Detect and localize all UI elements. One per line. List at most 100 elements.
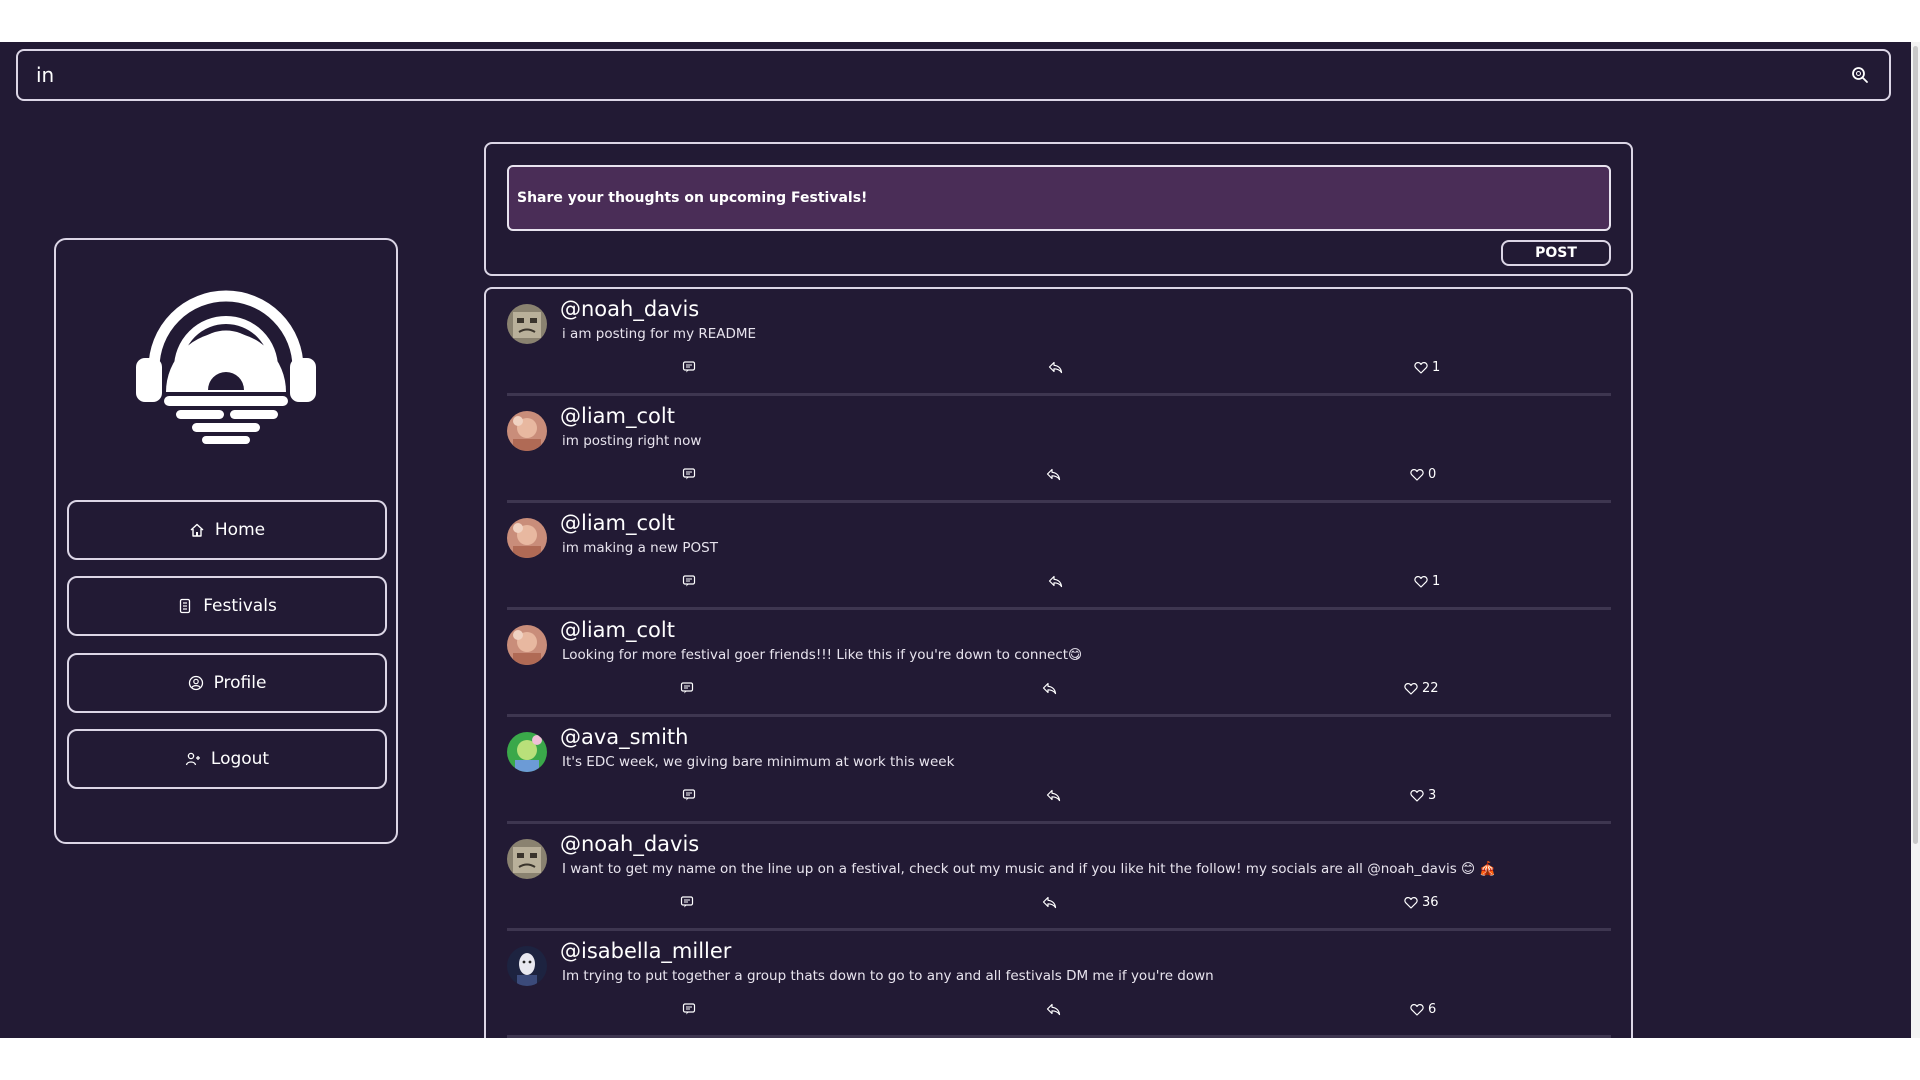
comment-button[interactable] (682, 573, 696, 589)
share-button[interactable] (1042, 894, 1057, 910)
share-button[interactable] (1048, 573, 1063, 589)
like-button[interactable]: 1 (1414, 359, 1440, 375)
comment-icon (682, 1003, 696, 1015)
heart-icon (1414, 575, 1428, 588)
sidebar: Home Festivals Profile Logout (54, 238, 398, 844)
nav-home-button[interactable]: Home (67, 500, 387, 560)
comment-icon (680, 896, 694, 908)
nav-home-label: Home (214, 520, 266, 540)
heart-icon (1410, 468, 1424, 481)
share-icon (1046, 789, 1061, 802)
search-input[interactable] (36, 63, 1849, 87)
share-icon (1042, 682, 1057, 695)
comment-icon (682, 468, 696, 480)
post-item: @liam_colt im making a new POST 1 (507, 503, 1611, 610)
like-count: 1 (1432, 359, 1441, 375)
post-text: Im trying to put together a group thats … (562, 968, 1214, 984)
like-count: 1 (1432, 573, 1441, 589)
post-item: @liam_colt Looking for more festival goe… (507, 610, 1611, 717)
search-icon[interactable] (1849, 64, 1871, 86)
avatar-noah[interactable] (507, 304, 547, 344)
like-button[interactable]: 22 (1404, 680, 1439, 696)
comment-icon (680, 682, 694, 694)
heart-icon (1410, 789, 1424, 802)
post-username[interactable]: @isabella_miller (560, 939, 731, 963)
search-bar[interactable] (16, 49, 1891, 101)
heart-icon (1404, 682, 1418, 695)
comment-button[interactable] (682, 359, 696, 375)
post-username[interactable]: @ava_smith (560, 725, 688, 749)
post-text: i am posting for my README (562, 326, 757, 342)
post-username[interactable]: @noah_davis (560, 832, 699, 856)
nav-logout-label: Logout (210, 749, 270, 769)
heart-icon (1414, 361, 1428, 374)
like-button[interactable]: 0 (1410, 466, 1436, 482)
share-button[interactable] (1048, 359, 1063, 375)
like-count: 36 (1422, 894, 1439, 910)
post-feed: @noah_davis i am posting for my README 1… (484, 287, 1633, 1038)
compose-box: Share your thoughts on upcoming Festival… (484, 142, 1633, 276)
comment-button[interactable] (680, 680, 694, 696)
avatar-noah[interactable] (507, 839, 547, 879)
comment-button[interactable] (682, 787, 696, 803)
avatar-liam[interactable] (507, 411, 547, 451)
comment-button[interactable] (680, 894, 694, 910)
nav-profile-button[interactable]: Profile (67, 653, 387, 713)
share-icon (1042, 896, 1057, 909)
post-button[interactable]: POST (1501, 240, 1611, 266)
heart-icon (1410, 1003, 1424, 1016)
share-icon (1046, 1003, 1061, 1016)
avatar-ava[interactable] (507, 732, 547, 772)
nav-festivals-button[interactable]: Festivals (67, 576, 387, 636)
avatar-liam[interactable] (507, 625, 547, 665)
post-text: It's EDC week, we giving bare minimum at… (562, 754, 955, 770)
post-username[interactable]: @liam_colt (560, 511, 675, 535)
share-button[interactable] (1042, 680, 1057, 696)
avatar-liam[interactable] (507, 518, 547, 558)
like-button[interactable]: 1 (1414, 573, 1440, 589)
user-circle-icon (188, 675, 204, 691)
share-button[interactable] (1046, 466, 1061, 482)
compose-placeholder: Share your thoughts on upcoming Festival… (517, 190, 868, 206)
post-item: @noah_davis I want to get my name on the… (507, 824, 1611, 931)
post-item: @noah_davis i am posting for my README 1 (507, 289, 1611, 396)
share-icon (1048, 575, 1063, 588)
like-count: 3 (1428, 787, 1437, 803)
avatar-isabella[interactable] (507, 946, 547, 986)
like-button[interactable]: 3 (1410, 787, 1436, 803)
comment-icon (682, 361, 696, 373)
post-item: @ava_smith It's EDC week, we giving bare… (507, 717, 1611, 824)
ticket-icon (177, 598, 193, 614)
like-count: 0 (1428, 466, 1437, 482)
comment-button[interactable] (682, 1001, 696, 1017)
post-username[interactable]: @liam_colt (560, 404, 675, 428)
post-text: I want to get my name on the line up on … (562, 861, 1497, 877)
nav-festivals-label: Festivals (203, 596, 277, 616)
share-icon (1048, 361, 1063, 374)
compose-input[interactable]: Share your thoughts on upcoming Festival… (507, 165, 1611, 231)
comment-icon (682, 789, 696, 801)
home-icon (189, 522, 205, 538)
like-count: 22 (1422, 680, 1439, 696)
comment-button[interactable] (682, 466, 696, 482)
post-text: im making a new POST (562, 540, 718, 556)
post-item: @isabella_miller Im trying to put togeth… (507, 931, 1611, 1038)
post-text: im posting right now (562, 433, 702, 449)
share-button[interactable] (1046, 787, 1061, 803)
post-username[interactable]: @liam_colt (560, 618, 675, 642)
nav-logout-button[interactable]: Logout (67, 729, 387, 789)
share-icon (1046, 468, 1061, 481)
scrollbar-thumb[interactable] (1913, 46, 1918, 844)
app-window: Home Festivals Profile Logout Share your… (0, 42, 1911, 1038)
share-button[interactable] (1046, 1001, 1061, 1017)
post-text: Looking for more festival goer friends!!… (562, 647, 1083, 663)
post-item: @liam_colt im posting right now 0 (507, 396, 1611, 503)
like-button[interactable]: 6 (1410, 1001, 1436, 1017)
heart-icon (1404, 896, 1418, 909)
like-button[interactable]: 36 (1404, 894, 1439, 910)
like-count: 6 (1428, 1001, 1437, 1017)
headphones-logo (126, 282, 326, 452)
post-username[interactable]: @noah_davis (560, 297, 699, 321)
nav-profile-label: Profile (213, 673, 267, 693)
user-logout-icon (185, 751, 201, 767)
